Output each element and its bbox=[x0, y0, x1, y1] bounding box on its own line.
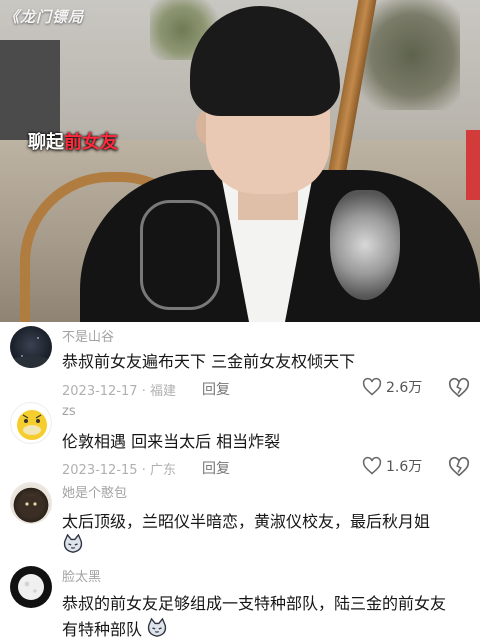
video-frame[interactable]: 《龙门镖局 聊起前女友 bbox=[0, 0, 480, 322]
comment-text: 太后顶级，兰昭仪半暗恋，黄淑仪校友，最后秋月姐 bbox=[62, 512, 431, 531]
comment-date: 2023-12-15 bbox=[62, 463, 138, 478]
comment-location: 广东 bbox=[149, 463, 176, 478]
comment-meta: 2023-12-15 · 广东 bbox=[62, 463, 176, 478]
video-caption: 聊起前女友 bbox=[28, 128, 118, 154]
cat-sticker-icon bbox=[63, 534, 83, 553]
comment-text: 恭叔前女友遍布天下 三金前女友权倾天下 bbox=[62, 352, 356, 371]
comment-username[interactable]: 不是山谷 bbox=[62, 326, 114, 345]
red-decoration bbox=[466, 130, 480, 200]
heart-icon bbox=[362, 377, 382, 396]
comment-text: 伦敦相遇 回来当太后 相当炸裂 bbox=[62, 432, 281, 451]
broken-heart-icon[interactable] bbox=[448, 456, 470, 478]
reply-button[interactable]: 回复 bbox=[202, 379, 230, 399]
comment-location: 福建 bbox=[149, 384, 176, 399]
caption-plain: 聊起 bbox=[28, 132, 64, 153]
comment-text-continued: 有特种部队 bbox=[62, 620, 143, 639]
robe-trim bbox=[140, 200, 220, 310]
like-count: 2.6万 bbox=[386, 380, 423, 396]
cat-avatar-icon[interactable] bbox=[10, 482, 52, 524]
like-button[interactable]: 2.6万 bbox=[362, 377, 422, 397]
like-button[interactable]: 1.6万 bbox=[362, 456, 422, 476]
yellow-duck-avatar-icon[interactable] bbox=[10, 402, 52, 444]
comment-username[interactable]: zs bbox=[62, 404, 76, 419]
silver-brooch bbox=[330, 190, 400, 300]
comment-text: 恭叔的前女友足够组成一支特种部队，陆三金的前女友 bbox=[62, 594, 447, 613]
white-moon-avatar-icon[interactable] bbox=[10, 566, 52, 608]
caption-highlight: 前女友 bbox=[64, 132, 118, 153]
like-count: 1.6万 bbox=[386, 459, 423, 475]
reply-button[interactable]: 回复 bbox=[202, 458, 230, 478]
broken-heart-icon[interactable] bbox=[448, 377, 470, 399]
comment-text-line2: 有特种部队 bbox=[62, 616, 168, 640]
video-watermark: 《龙门镖局 bbox=[4, 8, 85, 26]
dark-night-avatar-icon[interactable] bbox=[10, 326, 52, 368]
comment-username[interactable]: 她是个憨包 bbox=[62, 482, 127, 501]
comment-list: 不是山谷 恭叔前女友遍布天下 三金前女友权倾天下 2023-12-17 · 福建… bbox=[0, 322, 480, 640]
comment-meta: 2023-12-17 · 福建 bbox=[62, 384, 176, 399]
comment-username[interactable]: 脸太黑 bbox=[62, 566, 101, 585]
heart-icon bbox=[362, 456, 382, 475]
comment-date: 2023-12-17 bbox=[62, 384, 138, 399]
cat-sticker-icon bbox=[147, 618, 167, 637]
